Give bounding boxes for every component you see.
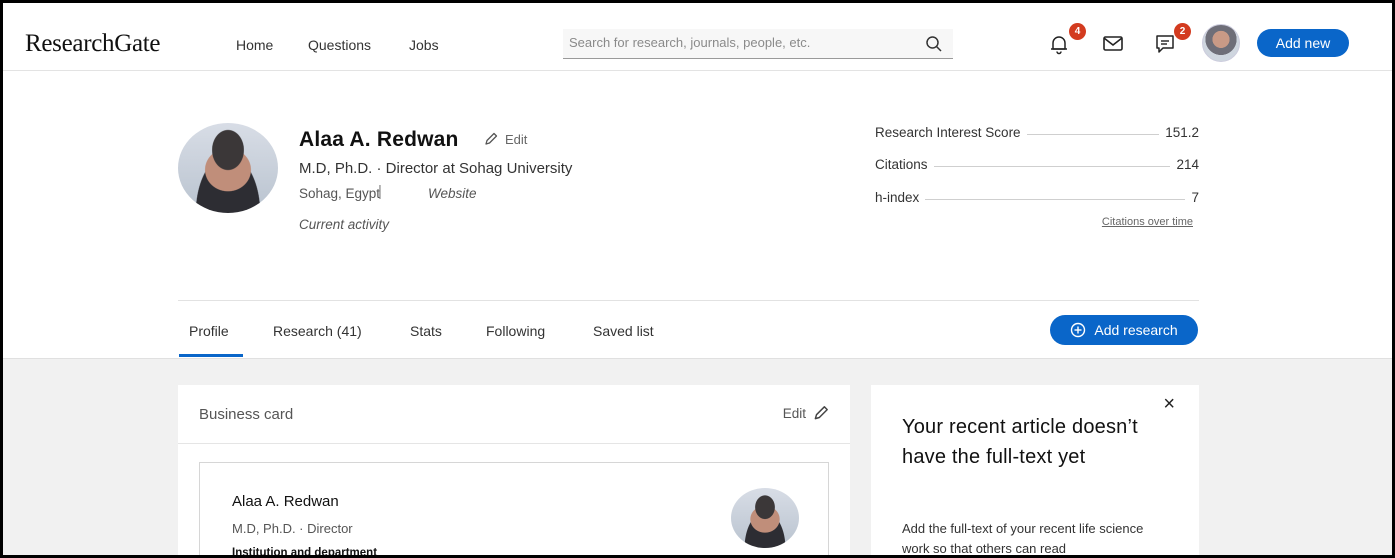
business-card-preview: Alaa A. Redwan M.D, Ph.D. · Director Ins…: [199, 462, 829, 558]
stat-value: 7: [1185, 190, 1199, 205]
tab-profile[interactable]: Profile: [189, 323, 229, 339]
page-frame: ResearchGate Home Questions Jobs 4 2 Add…: [0, 0, 1395, 558]
fulltext-promo-panel: × Your recent article doesn’t have the f…: [871, 385, 1199, 556]
tab-saved-list[interactable]: Saved list: [593, 323, 654, 339]
business-card-position: M.D, Ph.D. · Director: [232, 521, 353, 536]
business-card-title: Business card: [199, 406, 294, 423]
promo-body: Add the full-text of your recent life sc…: [902, 521, 1144, 556]
edit-label: Edit: [782, 405, 806, 421]
nav-questions[interactable]: Questions: [308, 37, 371, 53]
add-new-button[interactable]: Add new: [1257, 29, 1349, 57]
notifications-bell-icon[interactable]: [1048, 33, 1072, 57]
profile-avatar[interactable]: [178, 123, 278, 213]
nav-jobs[interactable]: Jobs: [409, 37, 439, 53]
business-card-panel: Business card Edit Alaa A. Redwan M.D, P…: [178, 385, 850, 558]
stat-label: h-index: [875, 190, 926, 205]
top-navigation-bar: ResearchGate Home Questions Jobs 4 2 Add…: [3, 3, 1392, 71]
plus-circle-icon: [1071, 322, 1086, 338]
card-divider: [178, 443, 850, 444]
profile-name: Alaa A. Redwan: [299, 128, 459, 151]
researchgate-logo[interactable]: ResearchGate: [25, 30, 161, 58]
tab-research[interactable]: Research (41): [273, 323, 362, 339]
search-input[interactable]: [569, 35, 909, 50]
stat-value: 151.2: [1159, 125, 1199, 140]
pencil-icon: [485, 132, 498, 145]
close-icon[interactable]: ×: [1163, 393, 1175, 416]
tab-stats[interactable]: Stats: [410, 323, 442, 339]
business-card-avatar: [731, 488, 799, 548]
business-card-institution-label: Institution and department: [232, 547, 378, 558]
edit-profile-link[interactable]: Edit: [483, 131, 527, 147]
business-card-edit-button[interactable]: Edit: [783, 404, 830, 422]
profile-location: Sohag, Egypt: [299, 186, 381, 201]
search-box: [563, 29, 953, 59]
mail-icon[interactable]: [1102, 35, 1126, 59]
stat-label: Citations: [875, 157, 934, 172]
add-research-button[interactable]: Add research: [1050, 315, 1198, 345]
edit-label: Edit: [505, 131, 528, 147]
stat-value: 214: [1170, 157, 1199, 172]
nav-home[interactable]: Home: [236, 37, 273, 53]
messages-badge: 2: [1174, 23, 1191, 40]
add-research-label: Add research: [1094, 322, 1178, 338]
pencil-icon: [814, 406, 828, 420]
location-separator: |: [378, 183, 382, 200]
stat-citations: Citations 214: [875, 157, 1199, 175]
stat-label: Research Interest Score: [875, 125, 1027, 140]
stat-h-index: h-index 7: [875, 190, 1199, 208]
profile-title: M.D, Ph.D. · Director at Sohag Universit…: [299, 160, 573, 177]
active-tab-indicator: [179, 354, 243, 357]
tabs-top-divider: [178, 300, 1199, 301]
user-avatar[interactable]: [1202, 24, 1240, 62]
search-icon[interactable]: [925, 35, 943, 58]
promo-title: Your recent article doesn’t have the ful…: [902, 416, 1138, 468]
citations-over-time-link[interactable]: Citations over time: [1102, 216, 1193, 228]
website-link[interactable]: Website: [428, 186, 477, 201]
notifications-badge: 4: [1069, 23, 1086, 40]
stat-research-interest: Research Interest Score 151.2: [875, 125, 1199, 143]
messages-chat-icon[interactable]: [1154, 33, 1178, 57]
business-card-name: Alaa A. Redwan: [232, 493, 339, 510]
current-activity-link[interactable]: Current activity: [299, 217, 389, 232]
tab-following[interactable]: Following: [486, 323, 545, 339]
